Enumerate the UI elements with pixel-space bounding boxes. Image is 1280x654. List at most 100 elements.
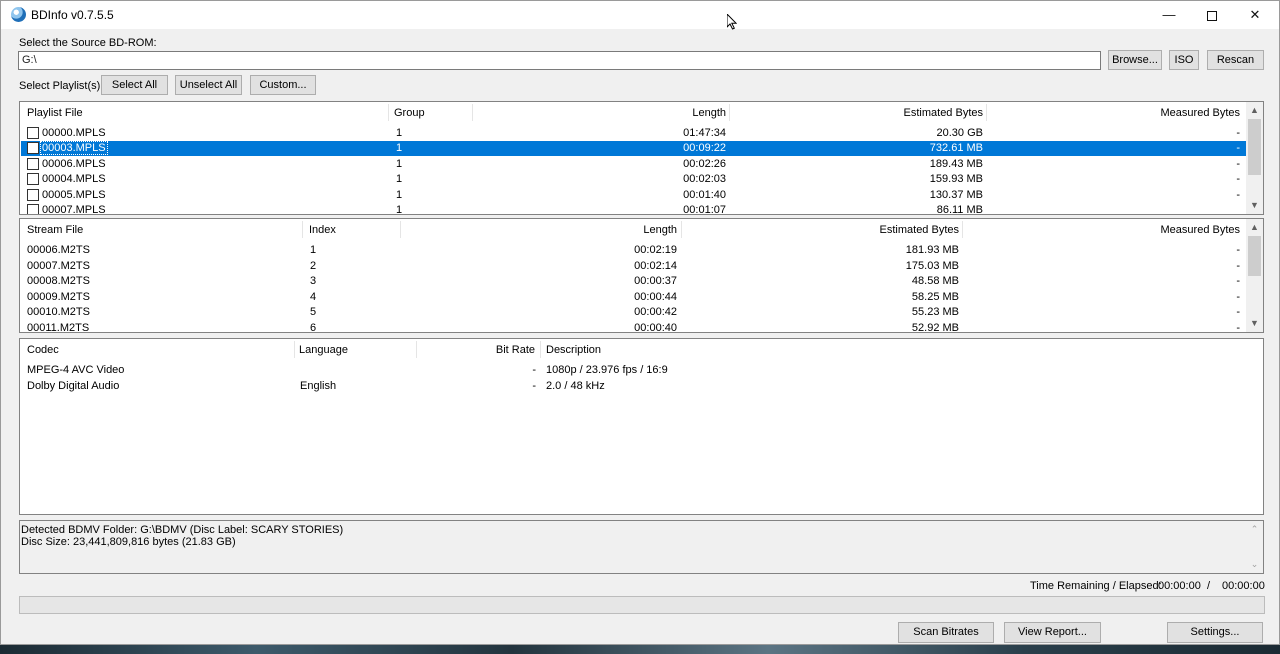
scroll-up-icon[interactable]: ▲	[1246, 102, 1263, 119]
stream-file: 00009.M2TS	[27, 291, 90, 303]
stream-row[interactable]: 00010.M2TS 5 00:00:42 55.23 MB -	[21, 305, 1246, 320]
playlist-length: 00:02:03	[683, 173, 726, 185]
column-divider[interactable]	[294, 341, 295, 358]
col-description[interactable]: Description	[546, 344, 601, 356]
stream-row[interactable]: 00011.M2TS 6 00:00:40 52.92 MB -	[21, 321, 1246, 333]
playlist-checkbox[interactable]	[27, 127, 39, 139]
column-divider[interactable]	[540, 341, 541, 358]
settings-button[interactable]: Settings...	[1167, 622, 1263, 643]
column-divider[interactable]	[962, 221, 963, 238]
scroll-down-icon[interactable]: ⌄	[1246, 556, 1263, 573]
stream-row[interactable]: 00008.M2TS 3 00:00:37 48.58 MB -	[21, 274, 1246, 289]
stream-table: Stream File Index Length Estimated Bytes…	[19, 218, 1264, 333]
info-line-disc-size: Disc Size: 23,441,809,816 bytes (21.83 G…	[21, 536, 236, 548]
col-length[interactable]: Length	[476, 107, 726, 119]
stream-scrollbar[interactable]: ▲ ▼	[1246, 219, 1263, 332]
col-index[interactable]: Index	[309, 224, 336, 236]
playlist-group: 1	[396, 142, 403, 154]
column-divider[interactable]	[416, 341, 417, 358]
scroll-down-icon[interactable]: ▼	[1246, 197, 1263, 214]
codec-row[interactable]: Dolby Digital Audio English - 2.0 / 48 k…	[21, 379, 1263, 394]
close-button[interactable]: ✕	[1233, 1, 1277, 29]
playlist-row[interactable]: 00005.MPLS 1 00:01:40 130.37 MB -	[21, 188, 1246, 203]
playlist-checkbox[interactable]	[27, 158, 39, 170]
stream-estimated-bytes: 175.03 MB	[905, 260, 959, 272]
col-measured-bytes[interactable]: Measured Bytes	[990, 107, 1240, 119]
stream-row[interactable]: 00006.M2TS 1 00:02:19 181.93 MB -	[21, 243, 1246, 258]
col-playlist-file[interactable]: Playlist File	[27, 107, 83, 119]
playlist-scrollbar[interactable]: ▲ ▼	[1246, 102, 1263, 214]
stream-estimated-bytes: 48.58 MB	[911, 275, 959, 287]
browse-button[interactable]: Browse...	[1108, 50, 1162, 70]
column-divider[interactable]	[472, 104, 473, 121]
window-title: BDInfo v0.7.5.5	[31, 8, 114, 22]
stream-estimated-bytes: 181.93 MB	[905, 244, 959, 256]
playlist-file: 00000.MPLS	[42, 127, 106, 139]
scan-progress-bar	[19, 596, 1265, 614]
codec-name: Dolby Digital Audio	[27, 380, 120, 392]
stream-length: 00:00:40	[634, 322, 677, 333]
col-estimated-bytes[interactable]: Estimated Bytes	[734, 107, 983, 119]
stream-index: 3	[310, 275, 317, 287]
playlist-row[interactable]: 00000.MPLS 1 01:47:34 20.30 GB -	[21, 126, 1246, 141]
scrollbar-thumb[interactable]	[1248, 119, 1261, 175]
info-textbox[interactable]: Detected BDMV Folder: G:\BDMV (Disc Labe…	[19, 520, 1264, 574]
playlist-row[interactable]: 00004.MPLS 1 00:02:03 159.93 MB -	[21, 172, 1246, 187]
codec-table: Codec Language Bit Rate Description MPEG…	[19, 338, 1264, 515]
scroll-down-icon[interactable]: ▼	[1246, 315, 1263, 332]
col-bit-rate[interactable]: Bit Rate	[420, 344, 535, 356]
playlist-checkbox[interactable]	[27, 173, 39, 185]
minimize-button[interactable]: —	[1147, 1, 1191, 29]
scroll-up-icon[interactable]: ▲	[1246, 219, 1263, 236]
stream-estimated-bytes: 55.23 MB	[911, 306, 959, 318]
select-all-button[interactable]: Select All	[101, 75, 168, 95]
scrollbar-thumb[interactable]	[1248, 236, 1261, 276]
column-divider[interactable]	[388, 104, 389, 121]
playlist-checkbox[interactable]	[27, 142, 39, 154]
source-path-input[interactable]: G:\	[18, 51, 1101, 70]
col-measured-bytes[interactable]: Measured Bytes	[966, 224, 1240, 236]
column-divider[interactable]	[986, 104, 987, 121]
col-codec[interactable]: Codec	[27, 344, 59, 356]
playlist-row[interactable]: 00006.MPLS 1 00:02:26 189.43 MB -	[21, 157, 1246, 172]
info-scrollbar[interactable]: ⌃ ⌄	[1246, 521, 1263, 573]
codec-bit-rate: -	[532, 364, 536, 376]
stream-measured-bytes: -	[1236, 322, 1240, 333]
col-language[interactable]: Language	[299, 344, 348, 356]
playlist-row-selected[interactable]: 00003.MPLS 1 00:09:22 732.61 MB -	[21, 141, 1246, 156]
stream-index: 6	[310, 322, 317, 333]
playlist-estimated-bytes: 732.61 MB	[929, 142, 983, 154]
view-report-button[interactable]: View Report...	[1004, 622, 1101, 643]
playlist-estimated-bytes: 86.11 MB	[936, 204, 983, 215]
col-estimated-bytes[interactable]: Estimated Bytes	[685, 224, 959, 236]
playlist-checkbox[interactable]	[27, 204, 39, 214]
playlist-checkbox[interactable]	[27, 189, 39, 201]
column-divider[interactable]	[729, 104, 730, 121]
custom-button[interactable]: Custom...	[250, 75, 316, 95]
codec-row[interactable]: MPEG-4 AVC Video - 1080p / 23.976 fps / …	[21, 363, 1263, 378]
col-group[interactable]: Group	[394, 107, 425, 119]
scroll-up-icon[interactable]: ⌃	[1246, 521, 1263, 538]
playlist-measured-bytes: -	[1236, 158, 1240, 170]
stream-row[interactable]: 00009.M2TS 4 00:00:44 58.25 MB -	[21, 290, 1246, 305]
playlist-row[interactable]: 00007.MPLS 1 00:01:07 86.11 MB	[21, 203, 1246, 215]
maximize-button[interactable]	[1190, 1, 1234, 29]
iso-button[interactable]: ISO	[1169, 50, 1199, 70]
stream-row[interactable]: 00007.M2TS 2 00:02:14 175.03 MB -	[21, 259, 1246, 274]
playlist-file: 00006.MPLS	[42, 158, 106, 170]
playlist-group: 1	[396, 189, 403, 201]
codec-description: 1080p / 23.976 fps / 16:9	[546, 364, 668, 376]
column-divider[interactable]	[400, 221, 401, 238]
col-stream-file[interactable]: Stream File	[27, 224, 83, 236]
codec-language: English	[300, 380, 337, 392]
stream-length: 00:00:37	[634, 275, 677, 287]
column-divider[interactable]	[681, 221, 682, 238]
title-bar[interactable]: BDInfo v0.7.5.5 — ✕	[1, 1, 1279, 29]
rescan-button[interactable]: Rescan	[1207, 50, 1264, 70]
col-length[interactable]: Length	[404, 224, 677, 236]
stream-file: 00010.M2TS	[27, 306, 90, 318]
unselect-all-button[interactable]: Unselect All	[175, 75, 242, 95]
stream-index: 5	[310, 306, 317, 318]
column-divider[interactable]	[302, 221, 303, 238]
scan-bitrates-button[interactable]: Scan Bitrates	[898, 622, 994, 643]
